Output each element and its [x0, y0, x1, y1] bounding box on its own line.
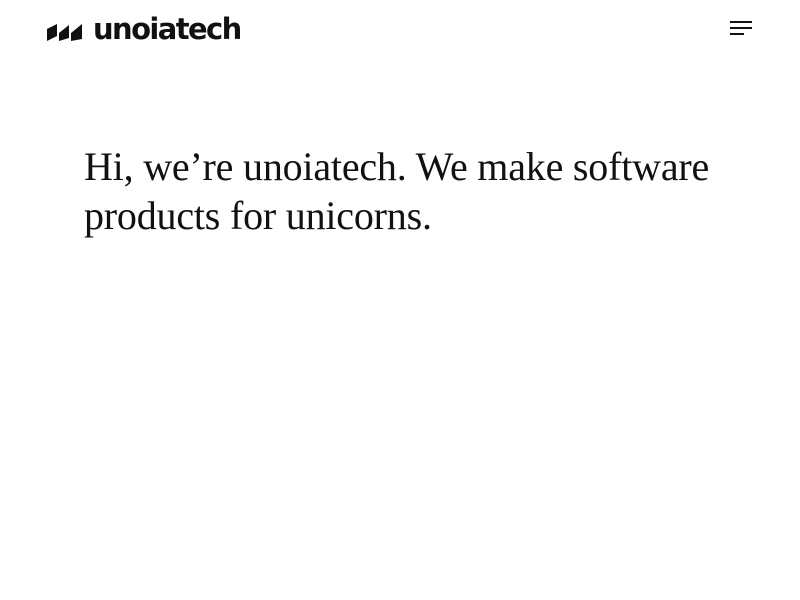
logo-link[interactable]: unoiatech — [47, 11, 242, 46]
site-header: unoiatech — [0, 0, 800, 60]
hero-headline: Hi, we’re unoiatech. We make software pr… — [84, 144, 710, 238]
unoiatech-logo-icon — [47, 24, 82, 41]
hamburger-menu-icon — [730, 21, 752, 35]
brand-name: unoiatech — [93, 11, 242, 46]
menu-button[interactable] — [726, 16, 756, 40]
